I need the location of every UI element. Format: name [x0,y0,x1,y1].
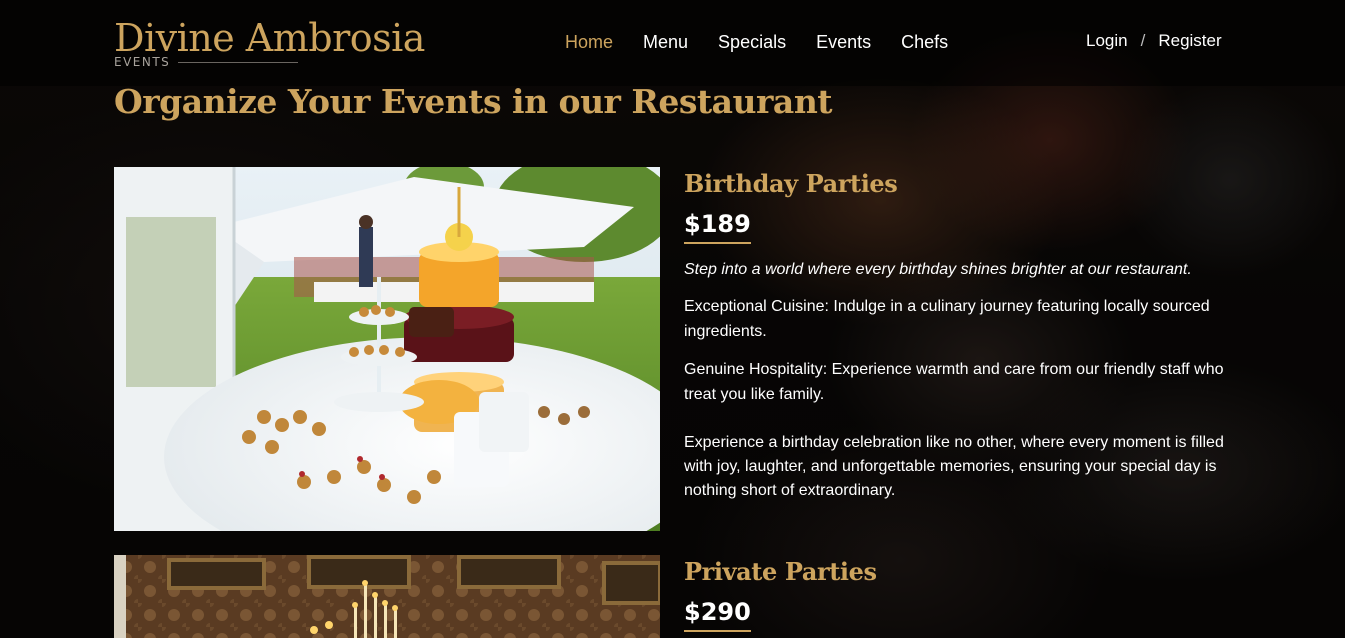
event-description: Experience a birthday celebration like n… [684,434,1224,499]
event-private-parties: Private Parties $290 [684,556,1234,632]
event-feature: Exceptional Cuisine: Indulge in a culina… [684,298,1210,340]
nav-item-menu[interactable]: Menu [643,30,688,54]
nav-item-events[interactable]: Events [816,30,871,54]
event-feature: Genuine Hospitality: Experience warmth a… [684,361,1224,403]
event-title: Private Parties [684,557,877,586]
nav-item-chefs[interactable]: Chefs [901,30,948,54]
birthday-party-photo [114,167,660,531]
auth-separator: / [1140,31,1146,50]
private-party-photo [114,555,660,638]
nav-item-specials[interactable]: Specials [718,30,786,54]
event-intro: Step into a world where every birthday s… [684,261,1192,278]
auth-links: Login / Register [1086,31,1222,51]
birthday-party-photo-illustration [114,167,660,531]
logo-tagline-text: EVENTS [114,55,171,69]
site-logo[interactable]: Divine Ambrosia EVENTS [114,16,425,69]
logo-tagline: EVENTS [114,55,299,69]
logo-title: Divine Ambrosia [114,16,425,60]
register-link[interactable]: Register [1158,31,1221,51]
logo-divider [178,61,299,63]
main-nav: Home Menu Specials Events Chefs [565,30,978,54]
site-header: Divine Ambrosia EVENTS Home Menu Special… [0,0,1345,86]
private-party-photo-illustration [114,555,660,638]
event-price: $290 [684,596,751,632]
event-price: $189 [684,208,751,244]
page-title: Organize Your Events in our Restaurant [114,82,833,121]
nav-item-home[interactable]: Home [565,30,613,54]
event-birthday-parties: Birthday Parties $189 Step into a world … [684,168,1234,503]
login-link[interactable]: Login [1086,31,1128,51]
event-title: Birthday Parties [684,169,898,198]
